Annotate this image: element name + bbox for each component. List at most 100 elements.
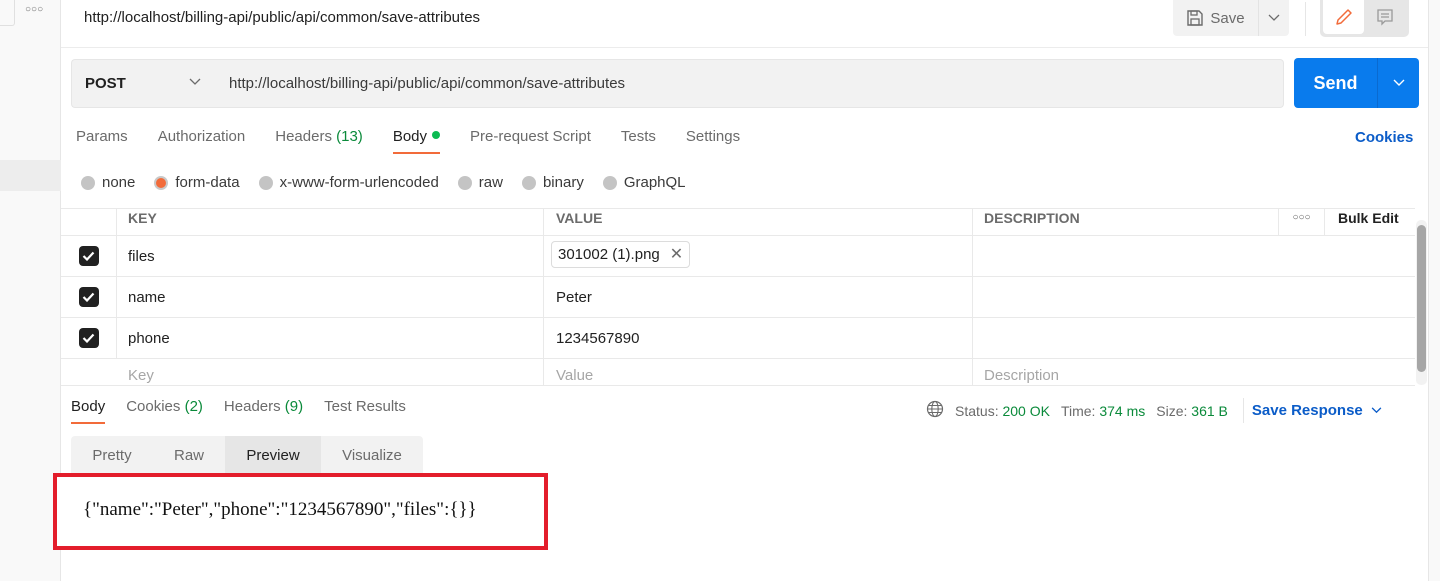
response-tab-headers[interactable]: Headers (9) bbox=[224, 398, 303, 424]
tab-label: Cookies bbox=[126, 398, 181, 415]
value-cell[interactable]: Peter bbox=[544, 277, 973, 317]
file-name: 301002 (1).png bbox=[558, 245, 660, 263]
send-button[interactable]: Send bbox=[1294, 58, 1378, 108]
chevron-down-icon bbox=[1268, 14, 1280, 21]
status-value[interactable]: 200 OK bbox=[1002, 403, 1049, 419]
row-checkbox[interactable] bbox=[78, 246, 99, 266]
description-cell[interactable] bbox=[973, 277, 1415, 317]
radio-circle bbox=[457, 175, 472, 190]
checkmark-icon bbox=[82, 292, 95, 302]
time-value[interactable]: 374 ms bbox=[1099, 403, 1145, 419]
radio-label: form-data bbox=[175, 174, 240, 191]
radio-label: binary bbox=[542, 174, 584, 191]
radio-label: none bbox=[102, 174, 136, 191]
tab-count: (13) bbox=[336, 128, 363, 145]
tab-label: Settings bbox=[685, 128, 741, 145]
radio-form-data[interactable]: form-data bbox=[154, 174, 240, 191]
save-response-button[interactable]: Save Response bbox=[1252, 402, 1382, 419]
header-description: DESCRIPTION bbox=[973, 209, 1279, 235]
url-input[interactable]: http://localhost/billing-api/public/api/… bbox=[215, 59, 1284, 108]
ellipsis-icon[interactable]: ○○○ bbox=[25, 4, 43, 15]
header-value: VALUE bbox=[544, 209, 973, 235]
tab-pre-request-script[interactable]: Pre-request Script bbox=[470, 128, 591, 154]
key-cell[interactable]: phone bbox=[117, 318, 544, 358]
view-tab-visualize[interactable]: Visualize bbox=[321, 436, 423, 474]
chevron-down-icon bbox=[1393, 79, 1404, 86]
view-tab-raw[interactable]: Raw bbox=[153, 436, 225, 474]
radio-none[interactable]: none bbox=[81, 174, 135, 191]
response-tab-test-results[interactable]: Test Results bbox=[324, 398, 406, 424]
method-value: POST bbox=[85, 75, 126, 92]
tab-label: Headers bbox=[275, 128, 332, 145]
tab-settings[interactable]: Settings bbox=[686, 128, 740, 154]
radio-circle bbox=[602, 175, 617, 190]
key-cell[interactable]: name bbox=[117, 277, 544, 317]
tab-label: Params bbox=[76, 128, 128, 145]
new-description-input[interactable]: Description bbox=[973, 359, 1415, 385]
response-preview-highlight: {"name":"Peter","phone":"1234567890","fi… bbox=[53, 473, 548, 550]
radio-raw[interactable]: raw bbox=[457, 174, 503, 191]
comment-icon bbox=[1376, 9, 1393, 26]
radio-label: GraphQL bbox=[623, 174, 686, 191]
save-button[interactable]: Save bbox=[1173, 0, 1259, 36]
radio-graphql[interactable]: GraphQL bbox=[602, 174, 686, 191]
view-tab-pretty[interactable]: Pretty bbox=[71, 436, 153, 474]
ellipsis-icon[interactable]: ○○○ bbox=[1279, 209, 1325, 235]
tab-params[interactable]: Params bbox=[76, 128, 128, 154]
row-checkbox[interactable] bbox=[78, 328, 99, 348]
sidebar-selected-item[interactable] bbox=[0, 160, 61, 191]
value-cell[interactable]: 1234567890 bbox=[544, 318, 973, 358]
response-view-tabs: Pretty Raw Preview Visualize bbox=[71, 436, 423, 474]
radio-binary[interactable]: binary bbox=[521, 174, 584, 191]
send-button-group: Send bbox=[1294, 58, 1419, 108]
header-check-cell bbox=[61, 209, 117, 235]
bulk-edit-button[interactable]: Bulk Edit bbox=[1325, 209, 1415, 235]
comments-mode-button[interactable] bbox=[1364, 0, 1405, 34]
globe-icon[interactable] bbox=[926, 400, 944, 421]
request-title: http://localhost/billing-api/public/api/… bbox=[84, 9, 481, 26]
description-cell[interactable] bbox=[973, 318, 1415, 358]
scrollbar-thumb[interactable] bbox=[1417, 225, 1426, 372]
radio-label: raw bbox=[478, 174, 503, 191]
check-cell bbox=[61, 236, 117, 276]
size-readout: Size: 361 B bbox=[1156, 403, 1228, 419]
edit-mode-button[interactable] bbox=[1323, 0, 1364, 34]
tab-tests[interactable]: Tests bbox=[621, 128, 656, 154]
response-tab-body[interactable]: Body bbox=[71, 398, 106, 424]
request-tabs: Params Authorization Headers (13) Body P… bbox=[76, 128, 770, 154]
tab-body[interactable]: Body bbox=[392, 128, 441, 154]
value-cell[interactable]: 301002 (1).png ✕ bbox=[544, 236, 973, 276]
send-dropdown-button[interactable] bbox=[1378, 58, 1419, 108]
response-tab-cookies[interactable]: Cookies (2) bbox=[126, 398, 203, 424]
sidebar-tab-stub[interactable] bbox=[0, 0, 15, 26]
view-tab-preview[interactable]: Preview bbox=[225, 436, 321, 474]
tab-count: (9) bbox=[284, 398, 304, 415]
radio-circle bbox=[521, 175, 536, 190]
new-key-input[interactable]: Key bbox=[117, 359, 544, 385]
form-data-table: KEY VALUE DESCRIPTION ○○○ Bulk Edit file… bbox=[61, 208, 1415, 386]
radio-x-www-form-urlencoded[interactable]: x-www-form-urlencoded bbox=[258, 174, 439, 191]
file-chip: 301002 (1).png ✕ bbox=[551, 241, 691, 268]
save-dropdown-button[interactable] bbox=[1259, 0, 1289, 36]
tab-label: Body bbox=[71, 398, 106, 415]
mode-toggle bbox=[1320, 0, 1409, 37]
tab-headers[interactable]: Headers (13) bbox=[275, 128, 363, 154]
remove-file-icon[interactable]: ✕ bbox=[670, 244, 683, 264]
description-cell[interactable] bbox=[973, 236, 1415, 276]
response-preview-content: {"name":"Peter","phone":"1234567890","fi… bbox=[83, 499, 477, 520]
method-select[interactable]: POST bbox=[71, 59, 216, 108]
radio-circle bbox=[258, 175, 273, 190]
pencil-icon bbox=[1335, 9, 1352, 25]
table-scrollbar[interactable] bbox=[1416, 220, 1427, 385]
save-response-label: Save Response bbox=[1251, 402, 1363, 419]
row-checkbox[interactable] bbox=[78, 287, 99, 307]
key-cell[interactable]: files bbox=[117, 236, 544, 276]
save-group: Save bbox=[1173, 0, 1289, 36]
cookies-link[interactable]: Cookies bbox=[1355, 129, 1413, 146]
new-value-input[interactable]: Value bbox=[544, 359, 973, 385]
size-value[interactable]: 361 B bbox=[1191, 403, 1228, 419]
table-row: name Peter bbox=[61, 277, 1415, 318]
checkmark-icon bbox=[82, 251, 95, 261]
tab-authorization[interactable]: Authorization bbox=[158, 128, 246, 154]
check-cell bbox=[61, 277, 117, 317]
